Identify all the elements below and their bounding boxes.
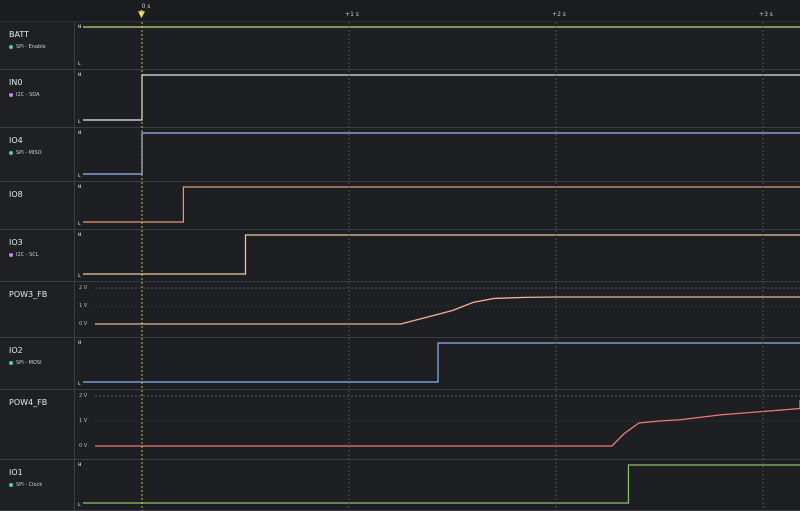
channel-protocol: SPI - Clock xyxy=(16,482,43,488)
channel-protocol: SPI - MISO xyxy=(16,150,42,156)
digital-trace xyxy=(83,186,800,223)
channel-row-io8[interactable]: IO8 H L xyxy=(0,182,800,230)
channel-list: BATT SPI - Enable H L IN0 I2C - SDA H L IO4 SPI -… xyxy=(0,22,800,511)
protocol-dot-icon xyxy=(9,253,13,257)
channel-protocol: SPI - Enable xyxy=(16,44,46,50)
channel-name: POW3_FB xyxy=(9,290,48,299)
channel-name: IO1 xyxy=(9,468,23,477)
channel-row-in0[interactable]: IN0 I2C - SDA H L xyxy=(0,70,800,128)
trigger-marker-icon[interactable]: ▼ xyxy=(138,11,145,20)
channel-label-panel[interactable]: BATT SPI - Enable xyxy=(0,22,75,69)
channel-row-pow3_fb[interactable]: POW3_FB 2 V1 V0 V xyxy=(0,282,800,338)
timeline-ruler[interactable]: 0 s +1 s +2 s +3 s T ▼ xyxy=(0,0,800,22)
protocol-dot-icon xyxy=(9,93,13,97)
channel-label-panel[interactable]: IO1 SPI - Clock xyxy=(0,460,75,510)
channel-row-io1[interactable]: IO1 SPI - Clock H L xyxy=(0,460,800,511)
channel-label-panel[interactable]: IN0 I2C - SDA xyxy=(0,70,75,127)
digital-trace xyxy=(83,342,800,383)
time-label-1s: +1 s xyxy=(345,11,359,18)
waveform-batt[interactable] xyxy=(75,22,800,69)
channel-name: IO3 xyxy=(9,238,23,247)
channel-name: IO2 xyxy=(9,346,23,355)
channel-name: BATT xyxy=(9,30,29,39)
waveform-io8[interactable] xyxy=(75,182,800,229)
protocol-dot-icon xyxy=(9,151,13,155)
waveform-io2[interactable] xyxy=(75,338,800,389)
time-label-2s: +2 s xyxy=(552,11,566,18)
protocol-dot-icon xyxy=(9,45,13,49)
channel-protocol: I2C - SCL xyxy=(16,252,39,258)
channel-label-panel[interactable]: POW3_FB xyxy=(0,282,75,337)
channel-label-panel[interactable]: POW4_FB xyxy=(0,390,75,459)
waveform-io3[interactable] xyxy=(75,230,800,281)
digital-trace xyxy=(83,234,800,275)
channel-name: IN0 xyxy=(9,78,23,87)
channel-label-panel[interactable]: IO2 SPI - MOSI xyxy=(0,338,75,389)
channel-label-panel[interactable]: IO4 SPI - MISO xyxy=(0,128,75,181)
analog-trace xyxy=(95,296,800,325)
digital-trace xyxy=(83,132,800,175)
waveform-pow4_fb[interactable] xyxy=(75,390,800,459)
time-label-3s: +3 s xyxy=(759,11,773,18)
time-label-0s: 0 s xyxy=(141,3,151,10)
channel-row-io4[interactable]: IO4 SPI - MISO H L xyxy=(0,128,800,182)
channel-protocol: SPI - MOSI xyxy=(16,360,42,366)
digital-trace xyxy=(83,74,800,121)
protocol-dot-icon xyxy=(9,483,13,487)
waveform-io4[interactable] xyxy=(75,128,800,181)
analog-trace xyxy=(95,400,800,447)
waveform-io1[interactable] xyxy=(75,460,800,510)
channel-protocol: I2C - SDA xyxy=(16,92,40,98)
digital-trace xyxy=(83,464,800,504)
channel-name: POW4_FB xyxy=(9,398,48,407)
channel-label-panel[interactable]: IO8 xyxy=(0,182,75,229)
waveform-in0[interactable] xyxy=(75,70,800,127)
channel-name: IO4 xyxy=(9,136,23,145)
channel-label-panel[interactable]: IO3 I2C - SCL xyxy=(0,230,75,281)
channel-name: IO8 xyxy=(9,190,23,199)
channel-row-io2[interactable]: IO2 SPI - MOSI H L xyxy=(0,338,800,390)
channel-row-pow4_fb[interactable]: POW4_FB 2 V1 V0 V xyxy=(0,390,800,460)
protocol-dot-icon xyxy=(9,361,13,365)
waveform-pow3_fb[interactable] xyxy=(75,282,800,337)
channel-row-batt[interactable]: BATT SPI - Enable H L xyxy=(0,22,800,70)
channel-row-io3[interactable]: IO3 I2C - SCL H L xyxy=(0,230,800,282)
